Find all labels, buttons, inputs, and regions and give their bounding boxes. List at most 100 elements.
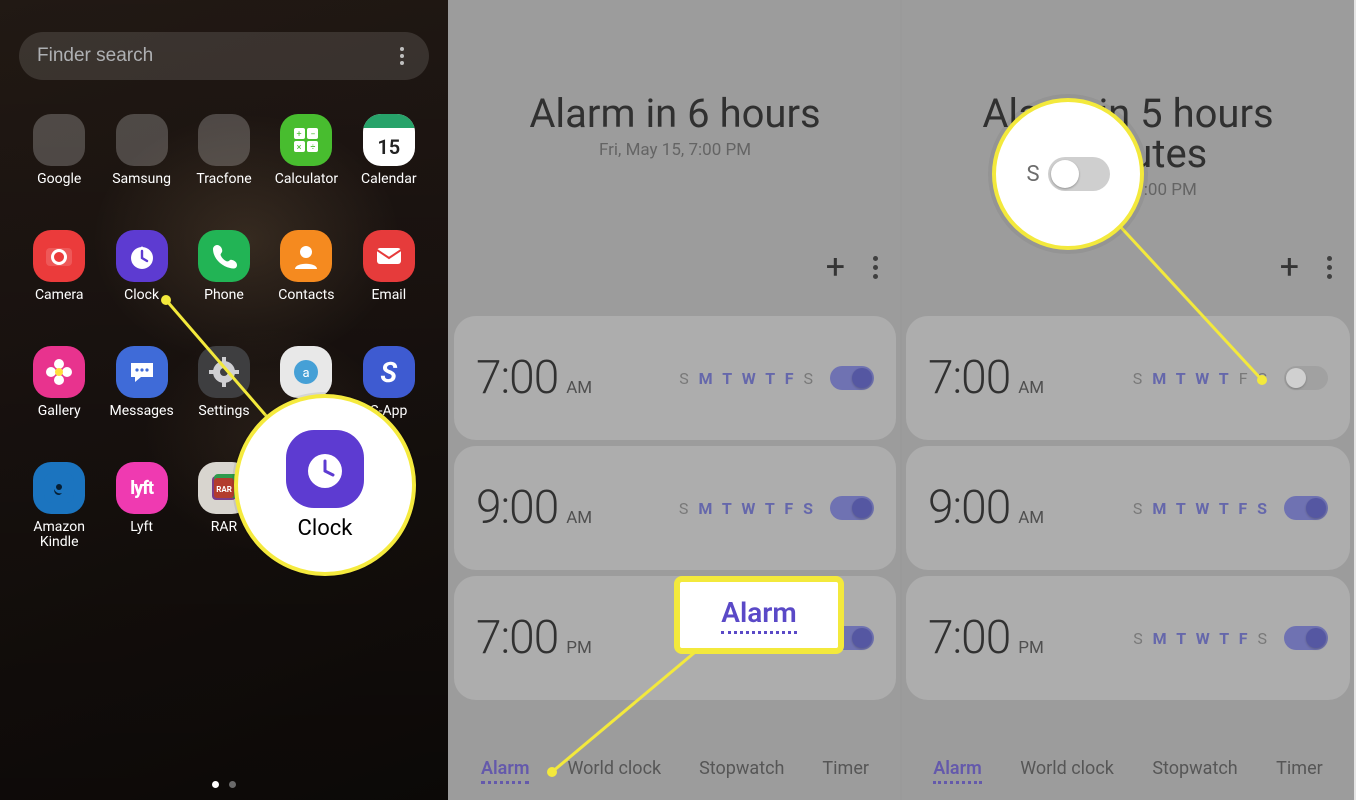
alarm-list: 7:00AMS M T W T F S9:00AMS M T W T F S7:…: [902, 316, 1354, 748]
app-icon: [116, 114, 168, 166]
tab-alarm[interactable]: Alarm: [481, 758, 529, 784]
toggle-off-highlight: S: [992, 98, 1144, 250]
app-email[interactable]: Email: [348, 230, 430, 320]
alarm-days: S M T W T F S: [1133, 499, 1270, 518]
alarm-toggle[interactable]: [1284, 366, 1328, 390]
tutorial-three-panel: GoogleSamsungTracfone+−×÷Calculator15Cal…: [0, 0, 1356, 800]
app-icon: 15: [363, 114, 415, 166]
page-indicator[interactable]: [0, 781, 448, 788]
app-icon: [198, 230, 250, 282]
app-label: Calculator: [275, 172, 338, 204]
app-icon: [33, 114, 85, 166]
alarm-toolbar: +: [818, 246, 888, 288]
alarm-toggle[interactable]: [830, 366, 874, 390]
app-calendar[interactable]: 15Calendar: [348, 114, 430, 204]
tab-stopwatch[interactable]: Stopwatch: [699, 758, 784, 784]
panel-launcher: Google Samsung Tracfone +−× ÷ Calculator 15Cal…: [0, 0, 450, 800]
app-phone[interactable]: Phone: [183, 230, 265, 320]
alarm-days: S M T W T F S: [679, 369, 816, 388]
app-label: Clock: [124, 288, 159, 320]
alarm-toggle[interactable]: [1284, 496, 1328, 520]
panel-alarm-after: Alarm in 5 hours xxxnutes xxxxxxxx, 7:00…: [902, 0, 1354, 800]
app-icon: [280, 230, 332, 282]
alarm-card[interactable]: 7:00AM S M T W T F S: [906, 316, 1350, 440]
alarm-tab-highlight-label: Alarm: [721, 596, 796, 634]
app-label: Gallery: [38, 404, 81, 436]
alarm-card[interactable]: 9:00AMS M T W T F S: [454, 446, 896, 570]
alarm-time: 9:00AM: [476, 481, 592, 535]
app-icon: +−× ÷: [280, 114, 332, 166]
app-label: Phone: [204, 288, 244, 320]
highlight-day-letter: S: [1026, 162, 1039, 187]
app-label: Email: [371, 288, 406, 320]
more-options-icon[interactable]: [385, 39, 419, 73]
app-calculator[interactable]: +−× ÷ Calculator: [265, 114, 347, 204]
svg-text:×: ×: [297, 143, 302, 153]
app-gallery[interactable]: Gallery: [18, 346, 100, 436]
add-alarm-button[interactable]: +: [818, 246, 853, 288]
app-tracfone[interactable]: Tracfone: [183, 114, 265, 204]
app-icon: [116, 230, 168, 282]
tab-timer[interactable]: Timer: [1276, 758, 1323, 784]
app-icon: [33, 230, 85, 282]
alarm-card[interactable]: 9:00AM S M T W T F S: [906, 446, 1350, 570]
alarm-card[interactable]: 7:00AM S M T W T F S: [454, 316, 896, 440]
overflow-menu-icon[interactable]: [1317, 250, 1342, 285]
app-label: Tracfone: [196, 172, 251, 204]
clock-app-highlight: Clock: [234, 394, 416, 576]
search-input[interactable]: [37, 45, 385, 67]
app-icon: S: [363, 346, 415, 398]
app-label: Camera: [35, 288, 84, 320]
app-label: RAR: [211, 520, 237, 552]
app-contacts[interactable]: Contacts: [265, 230, 347, 320]
alarm-time: 7:00AM: [476, 351, 592, 405]
tab-stopwatch[interactable]: Stopwatch: [1152, 758, 1237, 784]
alarm-days: S M T W T F S: [1133, 369, 1270, 388]
app-messages[interactable]: Messages: [100, 346, 182, 436]
app-camera[interactable]: Camera: [18, 230, 100, 320]
panel-alarm-before: Alarm in 6 hours Fri, May 15, 7:00 PM + …: [450, 0, 902, 800]
tab-world-clock[interactable]: World clock: [1020, 758, 1114, 784]
alarm-time: 9:00AM: [928, 481, 1044, 535]
app-label: Samsung: [112, 172, 171, 204]
app-label: Messages: [109, 404, 173, 436]
app-amazon-kindle[interactable]: Amazon Kindle: [18, 462, 100, 552]
app-icon: [116, 346, 168, 398]
app-icon: [363, 230, 415, 282]
app-lyft[interactable]: lyft Lyft: [100, 462, 182, 552]
app-settings[interactable]: Settings: [183, 346, 265, 436]
alarm-time: 7:00AM: [928, 351, 1044, 405]
app-samsung[interactable]: Samsung: [100, 114, 182, 204]
app-google[interactable]: Google: [18, 114, 100, 204]
app-label: Lyft: [130, 520, 153, 552]
app-icon: lyft: [116, 462, 168, 514]
svg-text:−: −: [311, 130, 316, 140]
alarm-tab-highlight: Alarm: [674, 576, 844, 654]
highlight-toggle-off-icon: [1048, 157, 1110, 191]
app-label: Contacts: [278, 288, 334, 320]
svg-text:RAR: RAR: [216, 485, 232, 494]
tab-timer[interactable]: Timer: [822, 758, 869, 784]
alarm-toggle[interactable]: [1284, 626, 1328, 650]
app-icon: [198, 114, 250, 166]
tab-alarm[interactable]: Alarm: [933, 758, 981, 784]
tab-world-clock[interactable]: World clock: [567, 758, 661, 784]
svg-text:÷: ÷: [311, 143, 316, 153]
add-alarm-button[interactable]: +: [1272, 246, 1307, 288]
clock-highlight-label: Clock: [298, 516, 353, 541]
app-label: Amazon Kindle: [19, 520, 99, 552]
app-clock[interactable]: Clock: [100, 230, 182, 320]
app-icon: a: [280, 346, 332, 398]
next-alarm-subtitle: Fri, May 15, 7:00 PM: [450, 140, 900, 160]
bottom-tabs: Alarm World clock Stopwatch Timer: [450, 748, 900, 794]
overflow-menu-icon[interactable]: [863, 250, 888, 285]
app-label: Google: [37, 172, 81, 204]
alarm-toolbar: +: [1272, 246, 1342, 288]
alarm-time: 7:00PM: [928, 611, 1044, 665]
svg-text:+: +: [297, 130, 302, 140]
alarm-toggle[interactable]: [830, 496, 874, 520]
app-label: Settings: [198, 404, 249, 436]
finder-search-bar[interactable]: [19, 32, 429, 80]
alarm-header: Alarm in 6 hours Fri, May 15, 7:00 PM: [450, 0, 900, 160]
alarm-card[interactable]: 7:00PMS M T W T F S: [906, 576, 1350, 700]
